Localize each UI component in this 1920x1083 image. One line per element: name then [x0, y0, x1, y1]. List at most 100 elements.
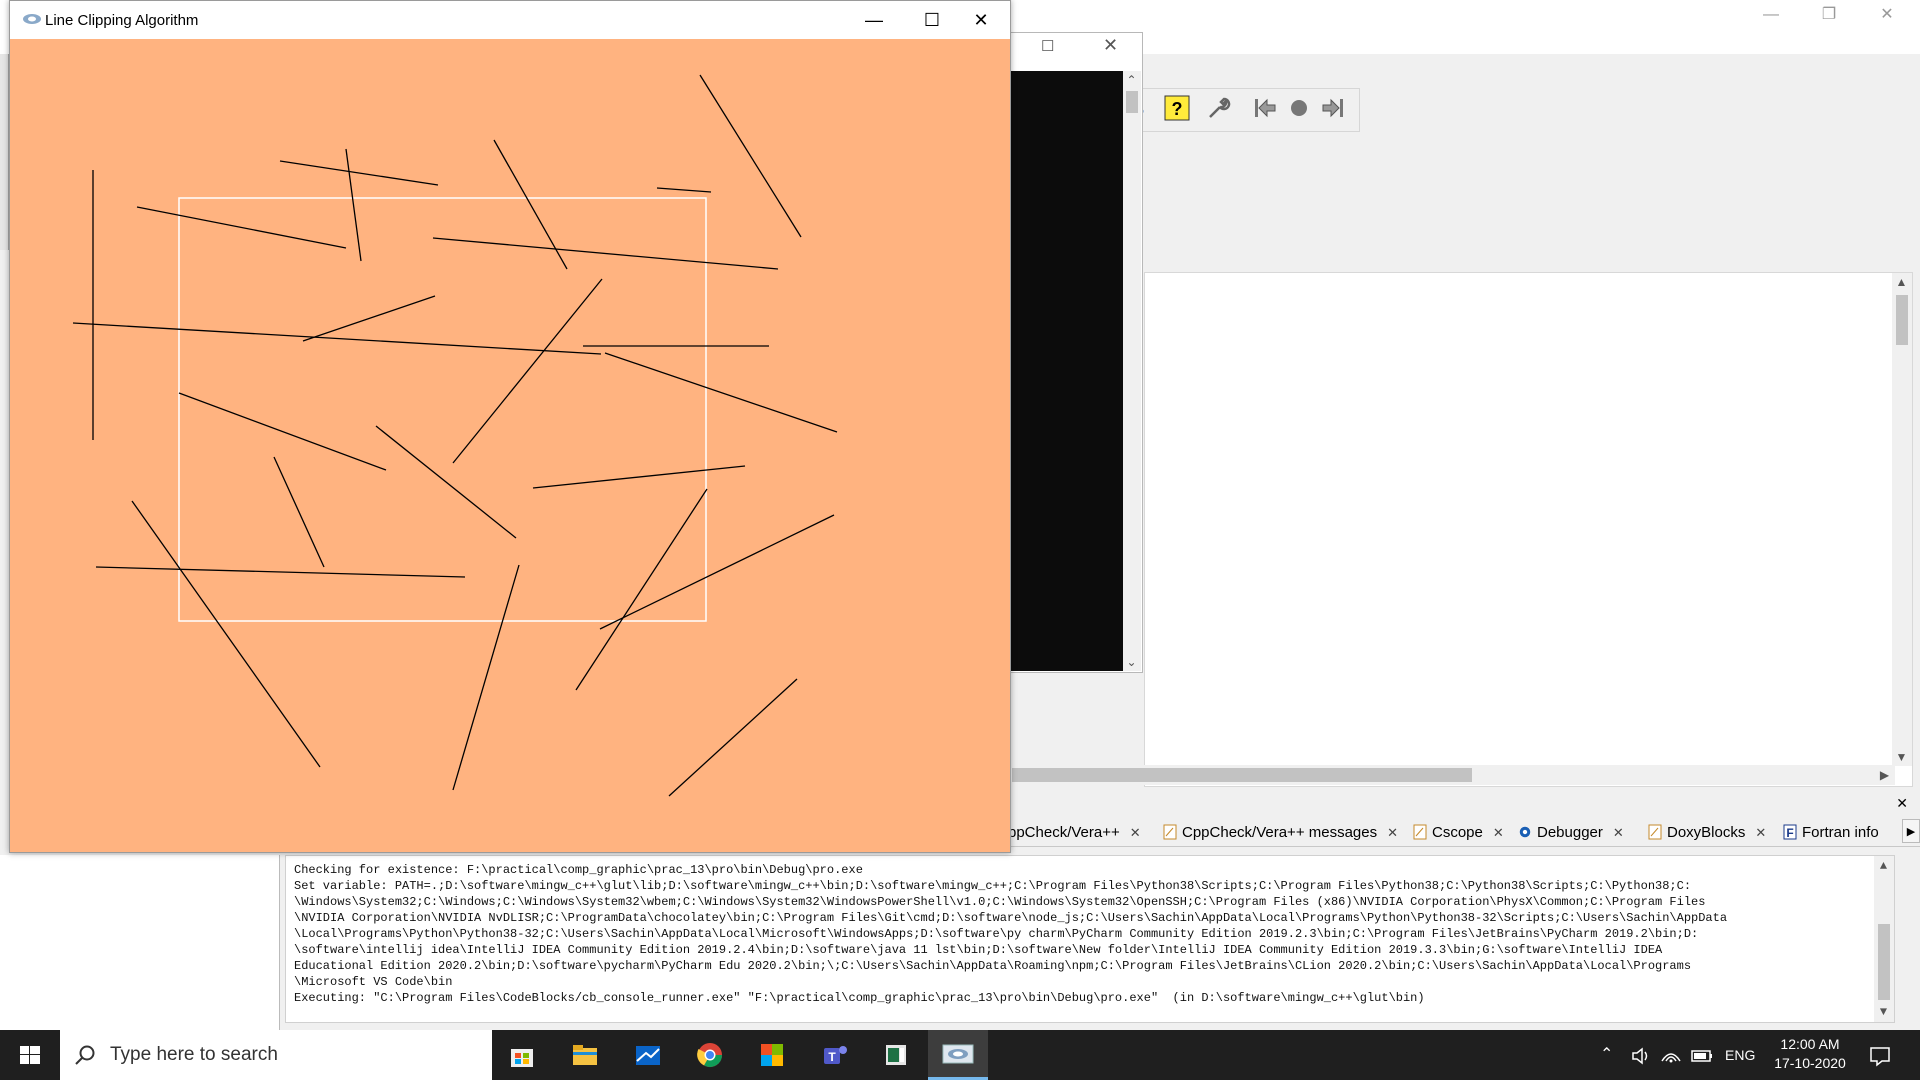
ide-restore-icon[interactable]: ❐ — [1800, 0, 1858, 30]
line-segment — [699, 74, 802, 238]
line-segment — [532, 465, 746, 489]
svg-text:?: ? — [1172, 99, 1183, 119]
volume-icon[interactable] — [1630, 1030, 1652, 1080]
console-close-icon[interactable]: ✕ — [1103, 35, 1118, 56]
chrome-icon[interactable] — [680, 1030, 740, 1080]
build-log[interactable]: Checking for existence: F:\practical\com… — [285, 855, 1895, 1023]
battery-icon[interactable] — [1690, 1030, 1714, 1080]
line-segment — [599, 514, 835, 630]
line-segment — [452, 278, 603, 464]
file-explorer-icon[interactable] — [555, 1030, 615, 1080]
scroll-down-icon[interactable]: ▼ — [1875, 1004, 1892, 1020]
tab-doxyblocks[interactable]: DoxyBlocks ✕ — [1648, 821, 1766, 845]
console-maximize-icon[interactable]: ☐ — [1041, 37, 1054, 55]
line-segment — [345, 148, 362, 262]
clock-time: 12:00 AM — [1780, 1036, 1840, 1052]
taskbar-clock[interactable]: 12:00 AM 17-10-2020 — [1760, 1030, 1860, 1080]
log-scrollbar[interactable]: ▲ ▼ — [1874, 856, 1894, 1022]
search-icon — [75, 1045, 95, 1065]
log-line: \NVIDIA Corporation\NVIDIA NvDLISR;C:\Pr… — [294, 911, 1728, 925]
codeblocks-icon[interactable] — [928, 1030, 988, 1080]
tab-close-icon[interactable]: ✕ — [1387, 825, 1398, 840]
step-back-icon[interactable] — [1249, 95, 1281, 127]
log-line: \software\intellij idea\IntelliJ IDEA Co… — [294, 943, 1663, 957]
canvas-svg — [72, 74, 838, 797]
tab-close-icon[interactable]: ✕ — [1755, 825, 1766, 840]
close-icon[interactable]: ✕ — [952, 1, 1010, 39]
teams-icon[interactable]: T — [805, 1030, 865, 1080]
management-panel — [0, 855, 280, 1030]
windows-taskbar: Type here to search T ⌃ ENG 12:00 AM 17-… — [0, 1030, 1920, 1080]
scroll-thumb[interactable] — [1126, 91, 1138, 113]
scroll-thumb[interactable] — [1896, 295, 1908, 345]
note-icon — [1163, 824, 1177, 840]
scroll-down-icon[interactable]: ⌄ — [1123, 655, 1140, 669]
tab-cppcheck-messages[interactable]: CppCheck/Vera++ messages ✕ — [1163, 821, 1398, 845]
clip-window-rect — [178, 197, 707, 622]
tab-close-icon[interactable]: ✕ — [1493, 825, 1504, 840]
line-segment — [302, 295, 436, 342]
ide-minimize-icon[interactable]: — — [1742, 0, 1800, 30]
app-logo-icon — [23, 14, 41, 24]
mail-icon[interactable] — [618, 1030, 678, 1080]
start-button[interactable] — [0, 1030, 60, 1080]
clock-date: 17-10-2020 — [1774, 1055, 1846, 1071]
scroll-right-icon[interactable]: ▶ — [1876, 768, 1893, 782]
scroll-up-icon[interactable]: ▲ — [1875, 858, 1892, 874]
tabs-scroll-right-icon[interactable]: ▶ — [1902, 819, 1920, 843]
line-segment — [452, 564, 520, 791]
tab-close-icon[interactable]: ✕ — [1130, 825, 1141, 840]
taskbar-search-box[interactable]: Type here to search — [60, 1030, 492, 1080]
log-line: \Local\Programs\Python\Python38-32;C:\Us… — [294, 927, 1699, 941]
tab-fortran-info[interactable]: F Fortran info — [1783, 821, 1879, 845]
ide-close-icon[interactable]: ✕ — [1858, 0, 1916, 30]
help-icon[interactable]: ? — [1161, 95, 1193, 127]
note-icon — [1648, 824, 1662, 840]
wifi-icon[interactable] — [1660, 1030, 1682, 1080]
gear-icon — [1519, 826, 1531, 838]
line-segment — [656, 187, 712, 193]
store-icon[interactable] — [492, 1030, 552, 1080]
svg-text:F: F — [1786, 826, 1793, 840]
office-icon[interactable] — [742, 1030, 802, 1080]
log-line: \Microsoft VS Code\bin — [294, 975, 453, 989]
line-segment — [95, 566, 466, 578]
notepad-icon[interactable] — [866, 1030, 926, 1080]
tab-debugger[interactable]: Debugger ✕ — [1518, 821, 1624, 845]
scroll-down-icon[interactable]: ▼ — [1893, 750, 1910, 764]
notification-icon[interactable] — [1868, 1030, 1892, 1080]
line-segment — [131, 500, 321, 768]
minimize-icon[interactable]: — — [845, 1, 903, 39]
hscroll-thumb[interactable] — [1012, 768, 1472, 782]
line-segment — [279, 160, 439, 186]
tray-chevron-up-icon[interactable]: ⌃ — [1600, 1030, 1613, 1080]
svg-text:T: T — [828, 1050, 836, 1064]
editor-horizontal-scrollbar[interactable]: ▶ — [1010, 765, 1895, 785]
language-indicator[interactable]: ENG — [1725, 1030, 1755, 1080]
scroll-up-icon[interactable]: ▲ — [1893, 275, 1910, 289]
tab-close-icon[interactable]: ✕ — [1613, 825, 1624, 840]
wrench-icon[interactable] — [1203, 95, 1235, 127]
scroll-thumb[interactable] — [1878, 924, 1890, 1000]
tab-cscope[interactable]: Cscope ✕ — [1413, 821, 1504, 845]
step-forward-icon[interactable] — [1317, 95, 1349, 127]
line-segment — [668, 678, 798, 797]
scroll-up-icon[interactable]: ⌃ — [1123, 73, 1140, 87]
line-segment — [575, 488, 708, 691]
note-icon — [1413, 824, 1427, 840]
console-output[interactable] — [1011, 71, 1123, 671]
log-line: \Windows\System32;C:\Windows;C:\Windows\… — [294, 895, 1706, 909]
stop-icon[interactable] — [1283, 95, 1315, 127]
window-title: Line Clipping Algorithm — [45, 12, 199, 29]
logs-close-icon[interactable]: ✕ — [1896, 795, 1908, 812]
editor-vertical-scrollbar[interactable]: ▲ ▼ — [1892, 273, 1912, 766]
code-editor[interactable]: ▲ ▼ — [1144, 272, 1913, 787]
drawing-canvas[interactable] — [10, 39, 1010, 852]
search-placeholder: Type here to search — [110, 1044, 278, 1065]
window-title-bar[interactable]: Line Clipping Algorithm — ☐ ✕ — [10, 1, 1010, 39]
log-line: Checking for existence: F:\practical\com… — [294, 863, 863, 877]
log-line: Educational Edition 2020.2\bin;D:\softwa… — [294, 959, 1692, 973]
console-scrollbar[interactable]: ⌃ ⌄ — [1123, 71, 1141, 671]
tab-cppcheck-vera[interactable]: ppCheck/Vera++ ✕ — [1008, 821, 1141, 845]
debug-toolbar: ● ? — [1120, 88, 1360, 132]
